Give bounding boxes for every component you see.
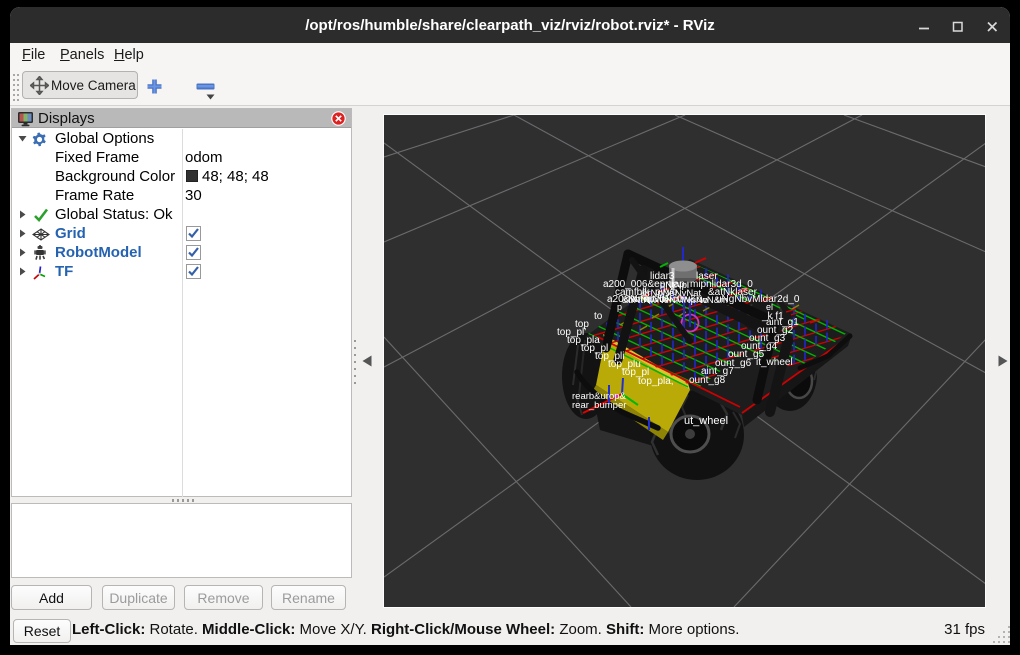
- svg-text:rear_bumper: rear_bumper: [572, 400, 626, 411]
- svg-text:qNtNpl: qNtNpl: [660, 280, 689, 291]
- svg-text:ount_g8: ount_g8: [689, 375, 726, 386]
- svg-text:to: to: [594, 311, 603, 322]
- svg-text:it_wheel: it_wheel: [756, 357, 793, 368]
- svg-text:ut_wheel: ut_wheel: [684, 415, 728, 427]
- svg-text:wN&m: wN&m: [699, 295, 728, 306]
- svg-text:uNgNbvMldar2d_0: uNgNbvMldar2d_0: [716, 294, 800, 305]
- svg-text:top_pla,: top_pla,: [638, 376, 674, 387]
- svg-text:NbNuNtN: NbNuNtN: [628, 294, 669, 305]
